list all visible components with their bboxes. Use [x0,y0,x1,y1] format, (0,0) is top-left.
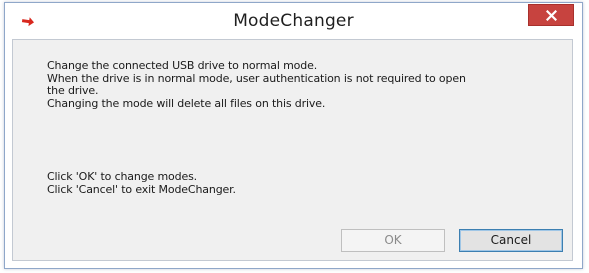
modechanger-dialog: ModeChanger Change the connected USB dri… [4,2,583,269]
message-text: Change the connected USB drive to normal… [47,59,557,110]
message-line: the drive. [47,84,99,97]
message-line: When the drive is in normal mode, user a… [47,71,466,85]
dialog-content: Change the connected USB drive to normal… [12,39,573,261]
cancel-button[interactable]: Cancel [459,229,563,252]
close-button[interactable] [528,4,574,26]
window-title: ModeChanger [233,11,354,31]
instruction-text: Click 'OK' to change modes. Click 'Cance… [47,170,447,196]
instruction-line: Click 'Cancel' to exit ModeChanger. [47,182,236,196]
title-bar[interactable]: ModeChanger [5,3,582,39]
close-icon [546,10,557,21]
instruction-line: Click 'OK' to change modes. [47,170,198,183]
message-line: Changing the mode will delete all files … [47,96,326,110]
message-line: Change the connected USB drive to normal… [47,59,318,72]
ok-button[interactable]: OK [341,229,445,252]
